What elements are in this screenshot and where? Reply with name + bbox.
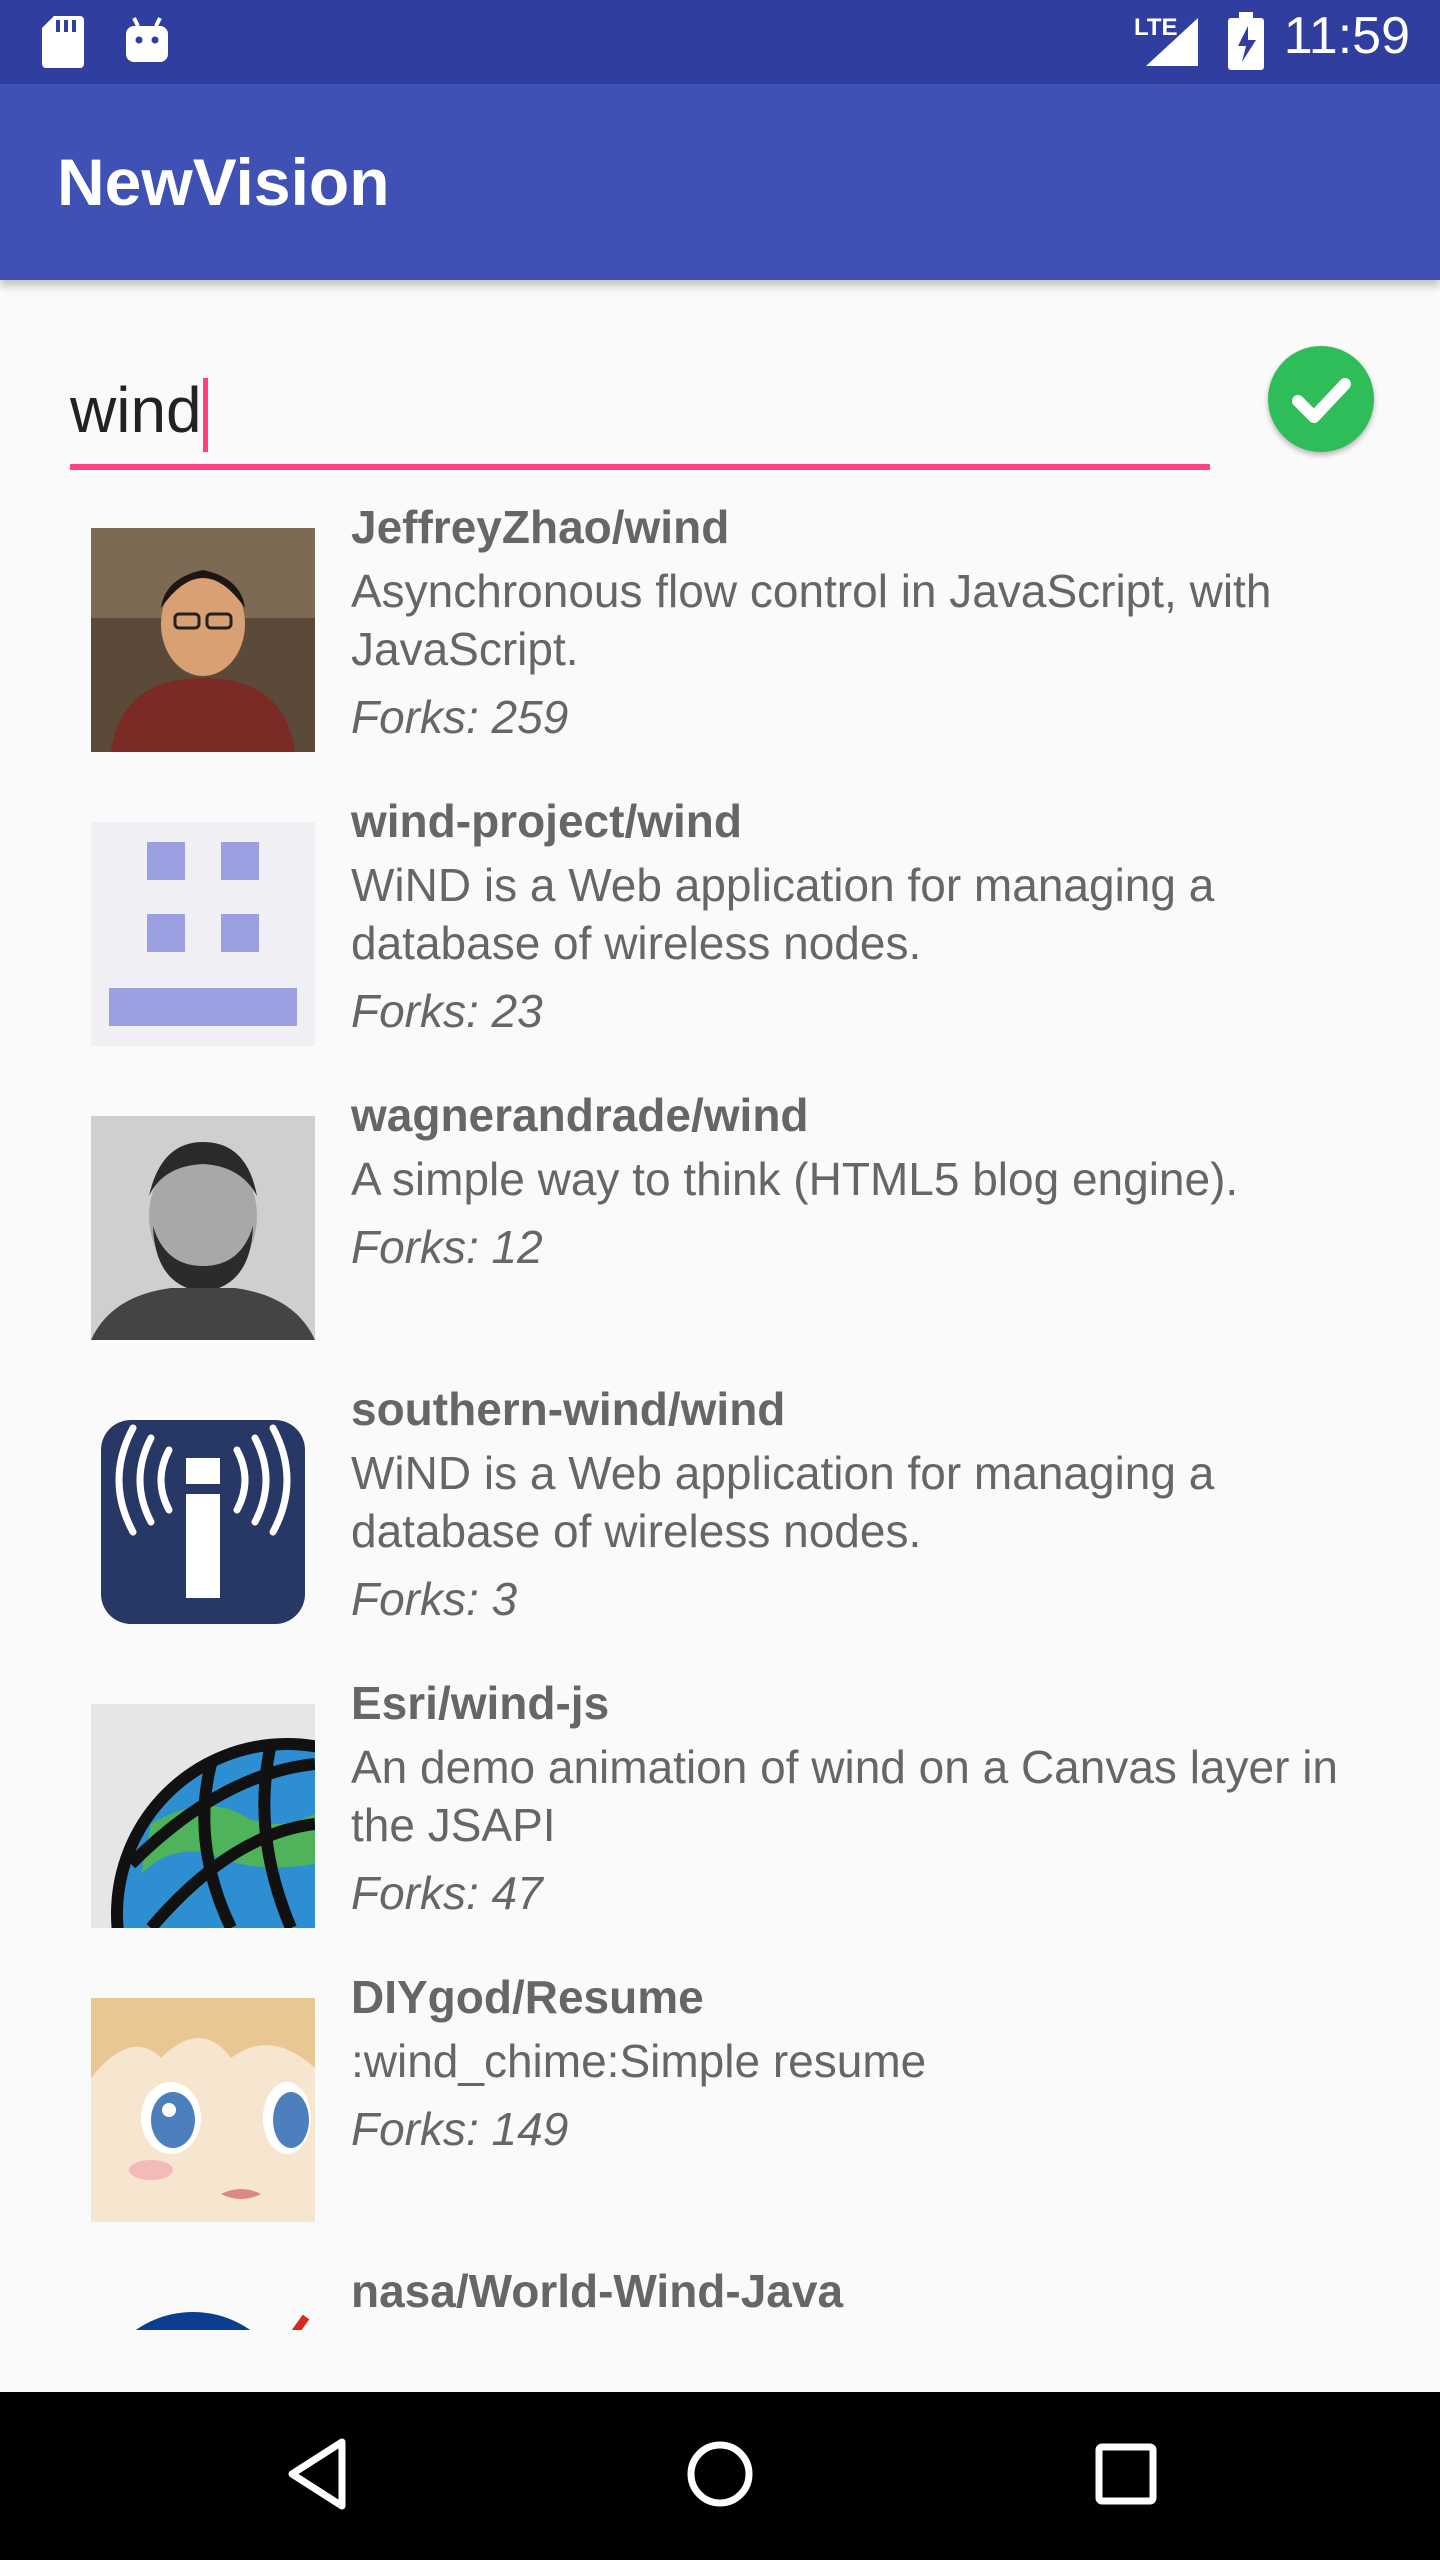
repo-description: WiND is a Web application for managing a… [351, 859, 1215, 969]
repo-list-item[interactable]: nasa/World-Wind-Java [0, 2264, 1440, 2330]
back-icon[interactable] [282, 2434, 354, 2514]
status-bar: LTE 11:59 [0, 0, 1440, 84]
repo-list-item[interactable]: JeffreyZhao/wind Asynchronous flow contr… [0, 500, 1440, 794]
app-title: NewVision [57, 145, 390, 219]
home-icon[interactable] [684, 2434, 756, 2514]
app-bar: NewVision [0, 84, 1440, 280]
repo-name[interactable]: wagnerandrade/wind [351, 1088, 809, 1142]
repo-avatar [91, 528, 315, 752]
repo-list-item[interactable]: wind-project/wind WiND is a Web applicat… [0, 794, 1440, 1088]
search-input[interactable] [70, 360, 1210, 460]
repo-avatar [91, 822, 315, 1046]
repo-list-item[interactable]: DIYgod/Resume :wind_chime:Simple resume … [0, 1970, 1440, 2264]
repo-name[interactable]: wind-project/wind [351, 794, 742, 848]
repo-description: Asynchronous flow control in JavaScript,… [351, 565, 1272, 675]
repo-forks: Forks: 149 [351, 2103, 569, 2155]
repo-avatar [91, 1998, 315, 2222]
navigation-bar [0, 2392, 1440, 2560]
repo-description: WiND is a Web application for managing a… [351, 1447, 1215, 1557]
battery-charging-icon [1228, 12, 1264, 70]
repo-avatar [91, 2292, 315, 2330]
repo-avatar [91, 1116, 315, 1340]
repo-avatar [91, 1704, 315, 1928]
confirm-search-button[interactable] [1268, 346, 1374, 452]
repo-forks: Forks: 259 [351, 691, 569, 743]
repo-name[interactable]: JeffreyZhao/wind [351, 500, 729, 554]
repo-name[interactable]: southern-wind/wind [351, 1382, 785, 1436]
check-icon [1292, 378, 1351, 423]
repo-list-item[interactable]: wagnerandrade/wind A simple way to think… [0, 1088, 1440, 1382]
repo-description: An demo animation of wind on a Canvas la… [351, 1741, 1339, 1851]
signal-icon [1146, 18, 1198, 66]
android-icon [126, 17, 168, 62]
repo-forks: Forks: 23 [351, 985, 543, 1037]
search-underline [70, 464, 1210, 470]
repo-name[interactable]: DIYgod/Resume [351, 1970, 704, 2024]
repo-description: :wind_chime:Simple resume [351, 2035, 927, 2087]
repo-forks: Forks: 3 [351, 1573, 518, 1625]
repo-list[interactable]: JeffreyZhao/wind Asynchronous flow contr… [0, 500, 1440, 2330]
repo-forks: Forks: 47 [351, 1867, 543, 1919]
repo-avatar [91, 1410, 315, 1634]
repo-list-item[interactable]: Esri/wind-js An demo animation of wind o… [0, 1676, 1440, 1970]
repo-description: A simple way to think (HTML5 blog engine… [351, 1153, 1239, 1205]
sd-card-icon [42, 16, 84, 68]
repo-name[interactable]: nasa/World-Wind-Java [351, 2264, 843, 2318]
recents-icon[interactable] [1090, 2434, 1162, 2514]
repo-name[interactable]: Esri/wind-js [351, 1676, 609, 1730]
text-cursor [203, 378, 208, 452]
repo-forks: Forks: 12 [351, 1221, 543, 1273]
repo-list-item[interactable]: southern-wind/wind WiND is a Web applica… [0, 1382, 1440, 1676]
search-field[interactable] [70, 360, 1210, 470]
status-time: 11:59 [1283, 7, 1410, 65]
